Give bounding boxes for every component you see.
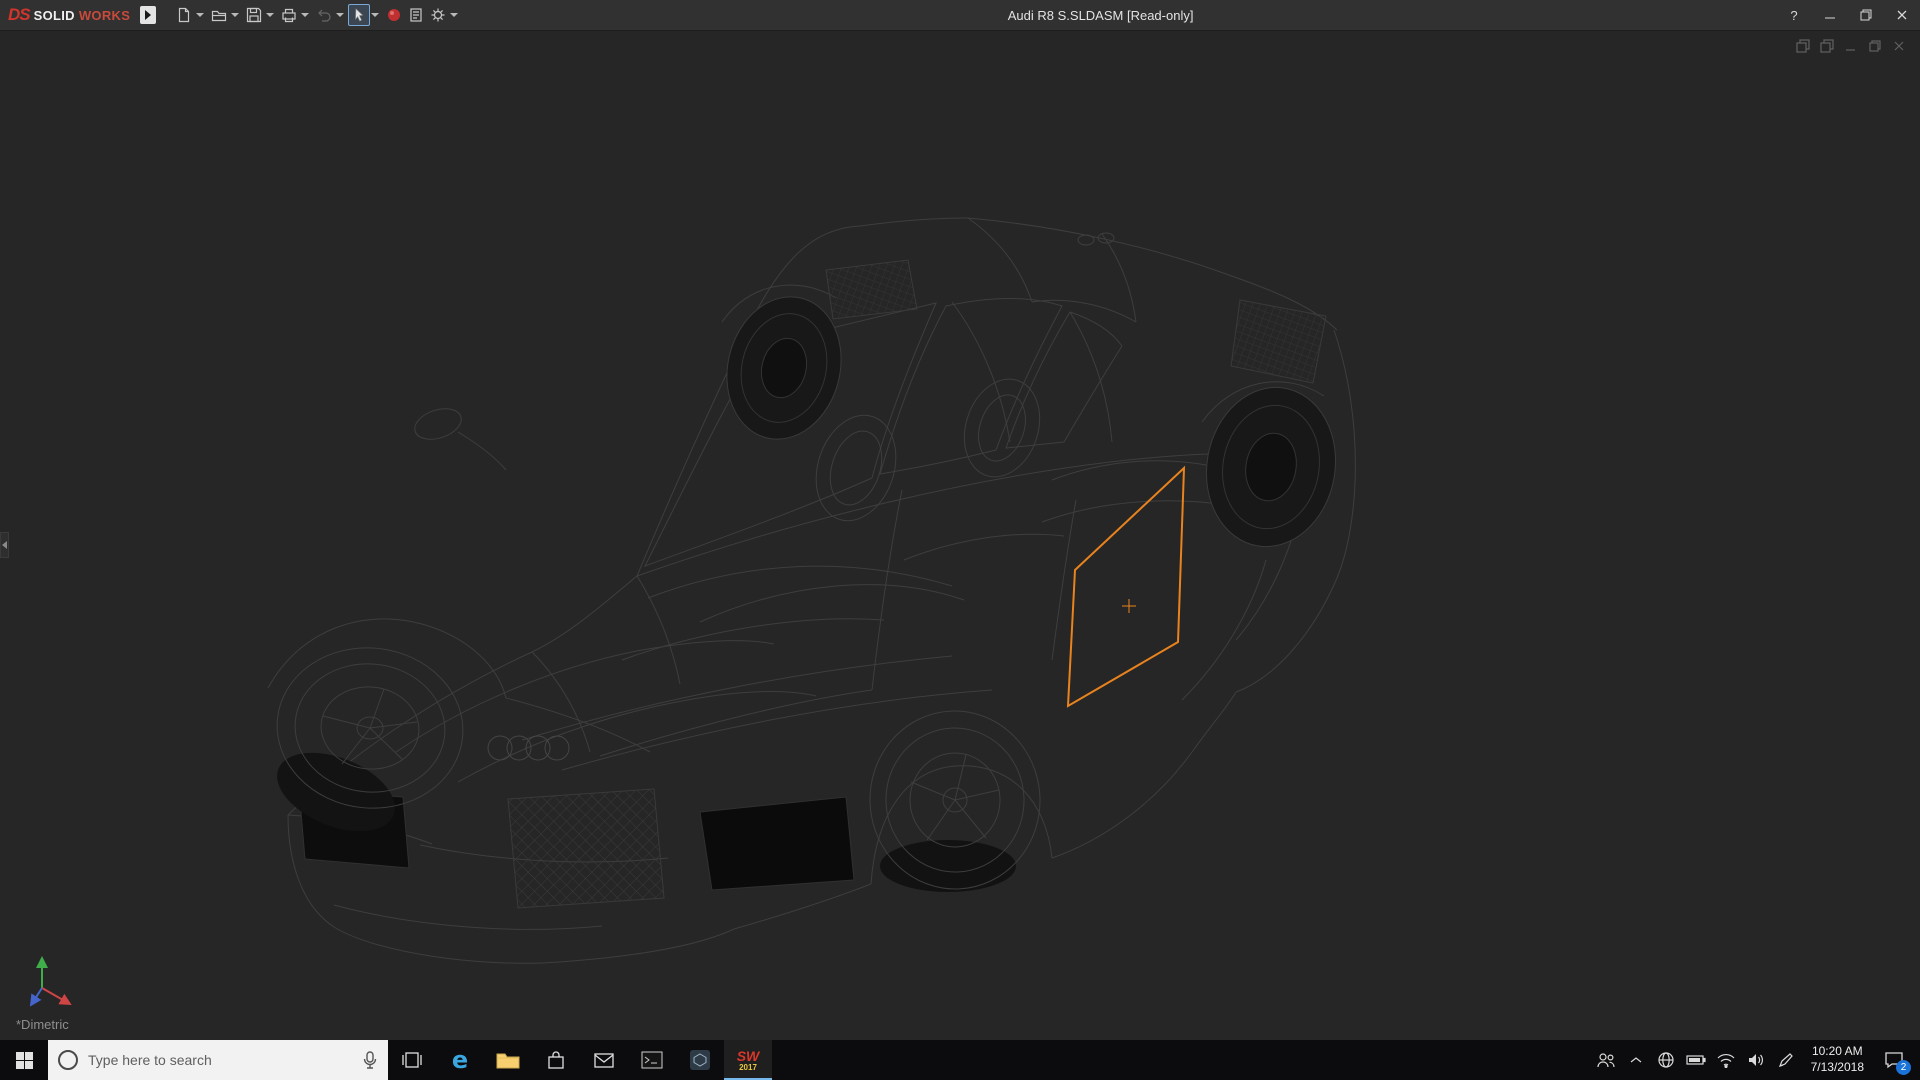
clock-date: 7/13/2018	[1811, 1060, 1864, 1076]
restore-icon	[1860, 9, 1872, 21]
volume-button[interactable]	[1741, 1040, 1771, 1080]
new-document-button[interactable]	[173, 4, 195, 26]
folder-icon	[496, 1050, 520, 1070]
chevron-up-icon	[1629, 1055, 1643, 1065]
store-bag-icon	[546, 1050, 566, 1070]
new-document-dropdown[interactable]	[196, 13, 204, 17]
doc-restore-icon[interactable]	[1868, 39, 1882, 53]
doc-minimize-icon[interactable]	[1844, 39, 1858, 53]
help-button[interactable]: ?	[1776, 0, 1812, 31]
main-toolbar	[170, 2, 465, 28]
gear-icon	[430, 7, 446, 23]
expand-menu-button[interactable]	[140, 6, 156, 24]
solidworks-logo: DS SOLID WORKS	[0, 5, 140, 25]
chevron-right-icon	[2, 541, 7, 549]
taskbar-clock[interactable]: 10:20 AM 7/13/2018	[1801, 1044, 1874, 1075]
minimize-icon	[1824, 9, 1836, 21]
collapsed-panel-tab[interactable]	[0, 532, 9, 558]
wifi-icon	[1716, 1052, 1736, 1068]
edge-browser-button[interactable]: e	[436, 1040, 484, 1080]
undo-dropdown[interactable]	[336, 13, 344, 17]
solidworks-app-icon: SW 2017	[737, 1049, 760, 1072]
print-dropdown[interactable]	[301, 13, 309, 17]
print-button[interactable]	[278, 4, 300, 26]
graphics-viewport[interactable]: *Dimetric	[0, 32, 1920, 1040]
save-floppy-icon	[246, 7, 262, 23]
cad-utility-button[interactable]	[676, 1040, 724, 1080]
mail-envelope-icon	[593, 1051, 615, 1069]
cube-app-icon	[689, 1049, 711, 1071]
save-button[interactable]	[243, 4, 265, 26]
taskbar-search[interactable]	[48, 1040, 388, 1080]
new-window-icon[interactable]	[1796, 39, 1810, 53]
task-view-button[interactable]	[388, 1040, 436, 1080]
save-dropdown[interactable]	[266, 13, 274, 17]
rebuild-button[interactable]	[383, 4, 405, 26]
close-button[interactable]	[1884, 0, 1920, 31]
document-title: Audi R8 S.SLDASM [Read-only]	[465, 8, 1776, 23]
view-orientation-label: *Dimetric	[16, 1017, 69, 1032]
desktop: DS SOLID WORKS	[0, 0, 1920, 1080]
open-dropdown[interactable]	[231, 13, 239, 17]
people-icon	[1596, 1051, 1616, 1069]
minimize-button[interactable]	[1812, 0, 1848, 31]
solidworks-taskbar-button[interactable]: SW 2017	[724, 1040, 772, 1080]
maximize-button[interactable]	[1848, 0, 1884, 31]
open-folder-icon	[211, 7, 227, 23]
file-explorer-button[interactable]	[484, 1040, 532, 1080]
windows-taskbar: e SW	[0, 1040, 1920, 1080]
brand-works-text: WORKS	[79, 8, 130, 23]
edge-icon: e	[452, 1046, 468, 1074]
brand-solid-text: SOLID	[34, 8, 75, 23]
speaker-icon	[1747, 1052, 1765, 1068]
select-tool-button[interactable]	[348, 4, 370, 26]
printer-icon	[281, 7, 297, 23]
new-document-icon	[176, 7, 192, 23]
command-prompt-button[interactable]	[628, 1040, 676, 1080]
design-binder-button[interactable]	[405, 4, 427, 26]
microphone-icon[interactable]	[362, 1051, 378, 1069]
cursor-arrow-icon	[351, 7, 367, 23]
clock-time: 10:20 AM	[1812, 1044, 1863, 1060]
red-sphere-icon	[386, 7, 402, 23]
globe-network-icon	[1657, 1051, 1675, 1069]
close-icon	[1896, 9, 1908, 21]
console-icon	[641, 1050, 663, 1070]
cascade-window-icon[interactable]	[1820, 39, 1834, 53]
battery-button[interactable]	[1681, 1040, 1711, 1080]
wifi-button[interactable]	[1711, 1040, 1741, 1080]
action-center-button[interactable]: 2	[1874, 1040, 1914, 1080]
store-button[interactable]	[532, 1040, 580, 1080]
task-view-icon	[401, 1049, 423, 1071]
window-controls: ?	[1776, 0, 1920, 31]
network-button[interactable]	[1651, 1040, 1681, 1080]
options-dropdown[interactable]	[450, 13, 458, 17]
notification-badge: 2	[1896, 1060, 1911, 1075]
battery-icon	[1686, 1054, 1706, 1066]
document-window-controls	[1796, 39, 1906, 53]
report-book-icon	[408, 7, 424, 23]
cortana-icon	[58, 1050, 78, 1070]
people-button[interactable]	[1591, 1040, 1621, 1080]
undo-button[interactable]	[313, 4, 335, 26]
windows-logo-icon	[16, 1052, 33, 1069]
mail-button[interactable]	[580, 1040, 628, 1080]
doc-close-icon[interactable]	[1892, 39, 1906, 53]
system-tray: 10:20 AM 7/13/2018 2	[1591, 1040, 1920, 1080]
select-dropdown[interactable]	[371, 13, 379, 17]
search-input[interactable]	[88, 1052, 352, 1068]
tray-overflow-button[interactable]	[1621, 1040, 1651, 1080]
pen-button[interactable]	[1771, 1040, 1801, 1080]
options-button[interactable]	[427, 4, 449, 26]
titlebar: DS SOLID WORKS	[0, 0, 1920, 31]
pen-icon	[1778, 1052, 1794, 1068]
ds-logo-icon: DS	[8, 5, 30, 25]
start-button[interactable]	[0, 1040, 48, 1080]
undo-arrow-icon	[316, 7, 332, 23]
play-arrow-icon	[145, 10, 151, 20]
open-document-button[interactable]	[208, 4, 230, 26]
